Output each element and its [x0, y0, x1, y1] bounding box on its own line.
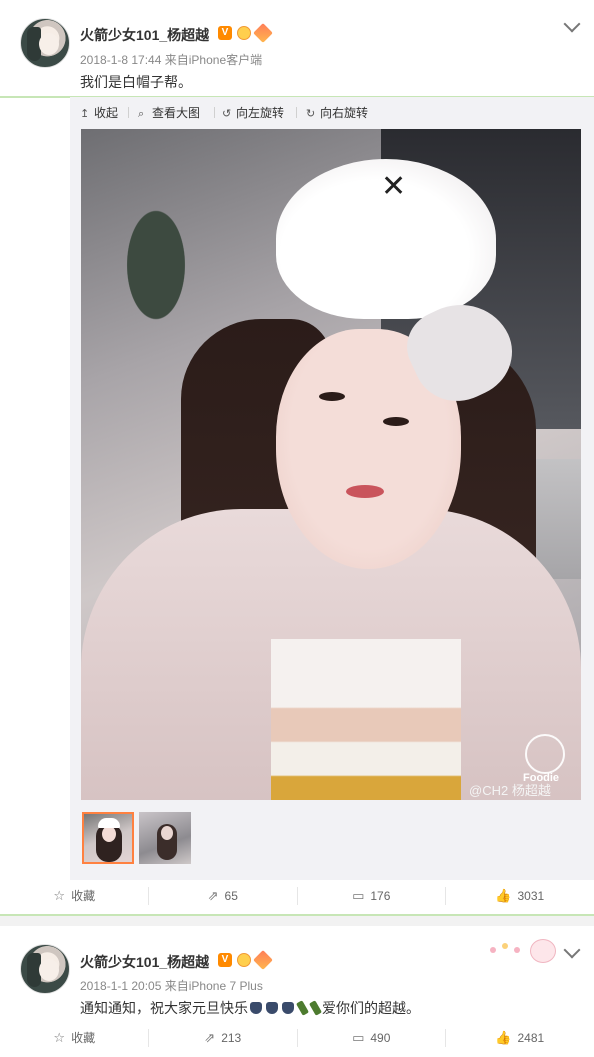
rotate-left-icon: ↺: [222, 108, 232, 120]
user-avatar[interactable]: [20, 944, 70, 994]
user-avatar[interactable]: [20, 18, 70, 68]
card-decoration-icon: [490, 935, 560, 963]
post-date[interactable]: 2018-1-8 17:44: [80, 53, 161, 67]
fan-badge-icon[interactable]: [253, 23, 273, 43]
favorite-button[interactable]: ☆ 收藏: [0, 1019, 149, 1057]
divider: [0, 914, 594, 916]
thumbnail-2[interactable]: [139, 812, 191, 864]
comment-count: 176: [370, 889, 391, 903]
thumbnail-1-selected[interactable]: [82, 812, 134, 864]
username[interactable]: 火箭少女101_杨超越: [80, 952, 209, 972]
comment-icon: ▭: [352, 1030, 365, 1045]
favorite-label: 收藏: [71, 1031, 96, 1045]
post-text-end: 爱你们的超越。: [322, 1000, 420, 1016]
view-large-button[interactable]: ⌕ 查看大图: [138, 104, 200, 121]
star-icon: ☆: [53, 1030, 66, 1045]
repost-count: 65: [224, 889, 238, 903]
like-button[interactable]: 👍 3031: [446, 877, 594, 915]
toolbar-separator: [296, 107, 297, 118]
star-icon: ☆: [53, 888, 66, 903]
rotate-left-label: 向左旋转: [236, 106, 285, 120]
repost-button[interactable]: ⇗ 213: [149, 1019, 298, 1057]
search-icon: ⌕: [138, 108, 145, 120]
collapse-icon: ↥: [80, 108, 90, 120]
post-action-bar: ☆ 收藏 ⇗ 213 ▭ 490 👍 2481: [0, 1019, 594, 1057]
collapse-label: 收起: [94, 106, 119, 120]
source-prefix: 来自: [164, 53, 189, 67]
view-large-label: 查看大图: [152, 106, 201, 120]
crown-emoji-icon: [282, 1002, 294, 1014]
crown-emoji-icon: [250, 1002, 262, 1014]
rotate-left-button[interactable]: ↺ 向左旋转: [222, 104, 284, 121]
collapse-button[interactable]: ↥ 收起: [80, 104, 118, 121]
toolbar-separator: [214, 107, 215, 118]
post-text-main: 通知通知，祝大家元旦快乐: [80, 1000, 248, 1016]
repost-icon: ⇗: [207, 888, 219, 903]
member-badge-icon[interactable]: [237, 953, 251, 967]
post-photo[interactable]: ✕ Foodie @CH2 杨超越: [81, 129, 581, 800]
username[interactable]: 火箭少女101_杨超越: [80, 25, 209, 45]
verified-badge-icon[interactable]: V: [218, 26, 232, 40]
post-action-bar: ☆ 收藏 ⇗ 65 ▭ 176 👍 3031: [0, 877, 594, 915]
repost-count: 213: [221, 1031, 242, 1045]
crown-emoji-icon: [266, 1002, 278, 1014]
comment-button[interactable]: ▭ 490: [297, 1019, 446, 1057]
chevron-down-icon[interactable]: [563, 941, 581, 959]
post-meta: 2018-1-1 20:05 来自iPhone 7 Plus: [80, 977, 263, 994]
like-count: 3031: [517, 889, 545, 903]
toolbar-separator: [128, 107, 129, 118]
post-text: 我们是白帽子帮。: [80, 74, 192, 90]
foodie-logo-icon: [525, 734, 565, 774]
post-meta: 2018-1-8 17:44 来自iPhone客户端: [80, 51, 262, 68]
repost-button[interactable]: ⇗ 65: [149, 877, 298, 915]
champagne-emoji-icon: [308, 1000, 323, 1016]
post-date[interactable]: 2018-1-1 20:05: [80, 979, 161, 993]
thumbs-up-icon: 👍: [495, 1030, 512, 1045]
champagne-emoji-icon: [295, 1000, 310, 1016]
image-watermark: @CH2 杨超越: [469, 783, 551, 798]
thumbs-up-icon: 👍: [495, 888, 512, 903]
rotate-right-label: 向右旋转: [320, 106, 369, 120]
favorite-label: 收藏: [71, 889, 96, 903]
post-source[interactable]: iPhone客户端: [189, 53, 262, 67]
comment-icon: ▭: [352, 888, 365, 903]
member-badge-icon[interactable]: [237, 26, 251, 40]
post-text: 通知通知，祝大家元旦快乐 爱你们的超越。: [80, 998, 420, 1018]
post-source[interactable]: iPhone 7 Plus: [189, 979, 263, 993]
chevron-down-icon[interactable]: [563, 15, 581, 33]
like-count: 2481: [517, 1031, 545, 1045]
favorite-button[interactable]: ☆ 收藏: [0, 877, 149, 915]
comment-count: 490: [370, 1031, 391, 1045]
rotate-right-icon: ↻: [306, 108, 316, 120]
comment-button[interactable]: ▭ 176: [297, 877, 446, 915]
verified-badge-icon[interactable]: V: [218, 953, 232, 967]
rotate-right-button[interactable]: ↻ 向右旋转: [306, 104, 368, 121]
like-button[interactable]: 👍 2481: [446, 1019, 594, 1057]
source-prefix: 来自: [164, 979, 189, 993]
repost-icon: ⇗: [204, 1030, 216, 1045]
fan-badge-icon[interactable]: [253, 950, 273, 970]
